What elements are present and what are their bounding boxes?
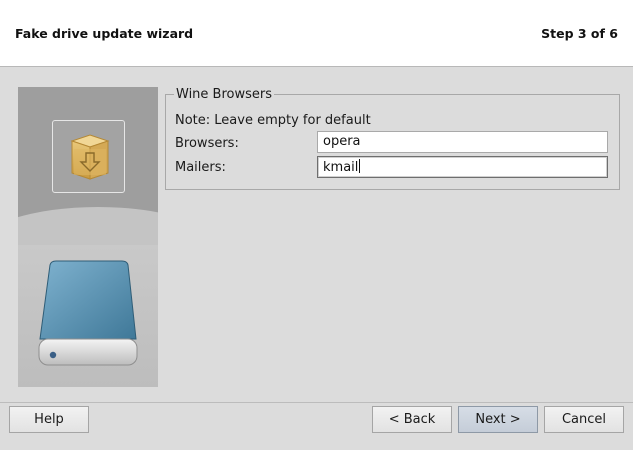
wizard-footer: Help < Back Next > Cancel <box>0 402 633 450</box>
browsers-label: Browsers: <box>175 136 239 151</box>
back-button[interactable]: < Back <box>372 406 452 433</box>
mailers-input-value: kmail <box>323 160 359 175</box>
step-indicator: Step 3 of 6 <box>541 26 618 41</box>
next-button[interactable]: Next > <box>458 406 538 433</box>
side-panel <box>18 87 158 387</box>
package-icon-frame <box>52 120 125 193</box>
help-button[interactable]: Help <box>9 406 89 433</box>
wizard-body: Wine Browsers Note: Leave empty for defa… <box>0 67 633 402</box>
package-download-icon <box>70 134 110 180</box>
cancel-button[interactable]: Cancel <box>544 406 624 433</box>
wizard-title: Fake drive update wizard <box>15 26 194 41</box>
text-caret <box>359 159 361 173</box>
browsers-input-value: opera <box>323 134 361 149</box>
mailers-label: Mailers: <box>175 160 226 175</box>
hard-drive-icon <box>38 260 138 366</box>
browsers-input[interactable]: opera <box>317 131 608 153</box>
group-legend: Wine Browsers <box>176 87 273 102</box>
mailers-input[interactable]: kmail <box>317 156 608 178</box>
note-text: Note: Leave empty for default <box>175 113 371 128</box>
wizard-header: Fake drive update wizard Step 3 of 6 <box>0 0 633 67</box>
